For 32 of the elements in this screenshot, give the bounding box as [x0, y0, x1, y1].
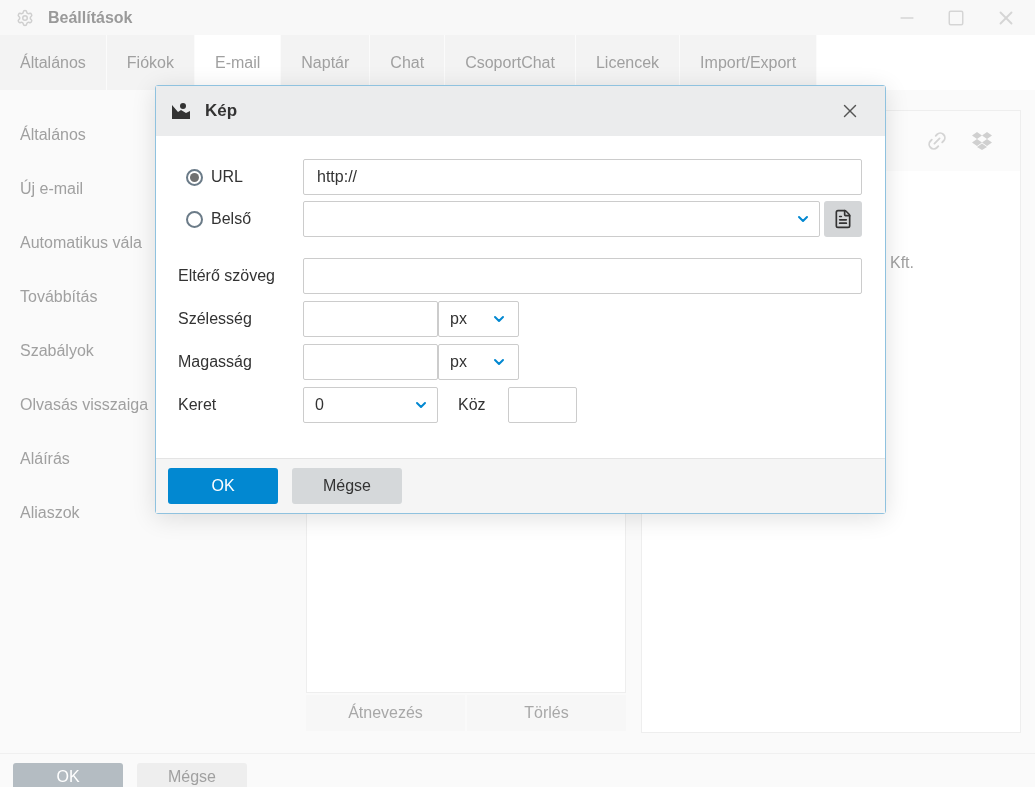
radio-button[interactable] — [186, 210, 203, 228]
footer-button[interactable]: Mégse — [137, 763, 247, 787]
field-label: Magasság — [178, 352, 253, 372]
radio-label: URL — [211, 167, 243, 187]
maximize-icon[interactable] — [947, 8, 965, 27]
dialog-button[interactable]: OK — [168, 468, 278, 504]
spacing-field[interactable] — [508, 387, 577, 423]
border-select[interactable]: 0 — [303, 387, 438, 423]
alt-text-field[interactable] — [303, 258, 862, 294]
settings-icon — [16, 8, 34, 27]
browse-file-button[interactable] — [824, 201, 862, 237]
size-field[interactable] — [303, 344, 438, 380]
tab[interactable]: Fiókok — [106, 35, 195, 90]
field-label: Eltérő szöveg — [178, 266, 276, 286]
tab[interactable]: Általános — [0, 35, 107, 90]
dialog-title: Kép — [205, 100, 238, 123]
url-field[interactable]: http:// — [303, 159, 862, 195]
footer-button[interactable]: OK — [13, 763, 123, 787]
field-label: Szélesség — [178, 309, 253, 329]
window-title: Beállítások — [48, 7, 133, 28]
unit-select[interactable]: px — [438, 301, 519, 337]
image-icon — [172, 103, 190, 119]
dropbox-icon[interactable] — [972, 132, 992, 150]
radio-label: Belső — [211, 209, 252, 229]
size-field[interactable] — [303, 301, 438, 337]
document-icon — [833, 209, 853, 229]
unit-select[interactable]: px — [438, 344, 519, 380]
dialog-button[interactable]: Mégse — [292, 468, 402, 504]
radio-button[interactable] — [186, 168, 203, 186]
field-label: Köz — [458, 395, 487, 415]
field-label: Keret — [178, 395, 218, 415]
preview-text: Kft. — [890, 253, 915, 273]
